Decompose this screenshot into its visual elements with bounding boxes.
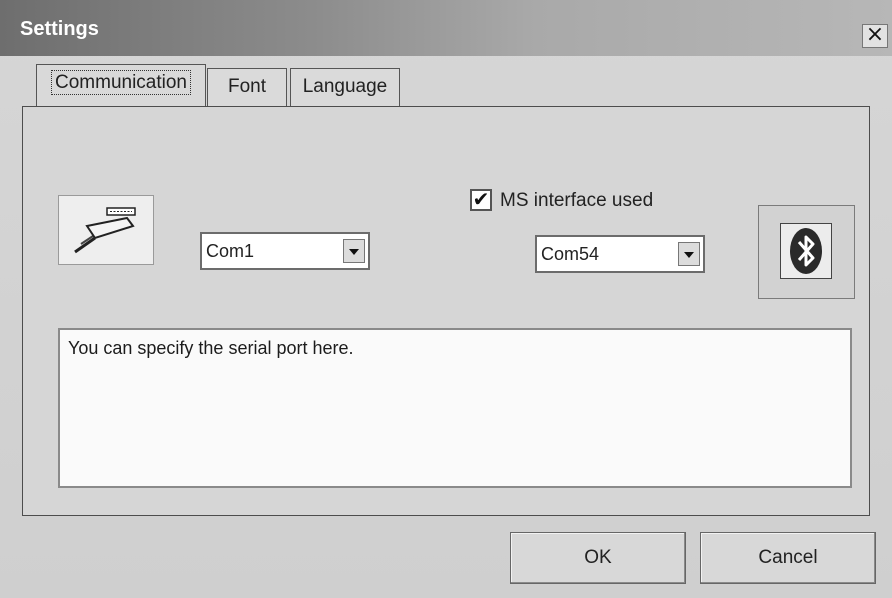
ms-interface-checkbox[interactable]: ✔	[470, 189, 492, 211]
close-button[interactable]: ×	[862, 24, 888, 48]
ms-port-value: Com54	[541, 244, 600, 264]
info-text: You can specify the serial port here.	[68, 338, 354, 358]
bluetooth-icon-frame	[780, 223, 832, 279]
chevron-down-icon[interactable]	[678, 242, 700, 266]
ms-port-select[interactable]: Com54	[535, 235, 705, 273]
bluetooth-icon	[790, 228, 822, 274]
bluetooth-icon-box	[758, 205, 855, 299]
window-title: Settings	[20, 18, 99, 40]
info-text-box: You can specify the serial port here.	[58, 328, 852, 488]
tab-label: Communication	[51, 70, 191, 95]
cancel-button[interactable]: Cancel	[700, 532, 876, 584]
chevron-down-icon[interactable]	[343, 239, 365, 263]
serial-cable-icon	[74, 207, 136, 254]
serial-port-value: Com1	[206, 241, 255, 261]
tab-font[interactable]: Font	[207, 68, 287, 108]
tab-label: Language	[302, 76, 388, 97]
title-bar: Settings ×	[0, 0, 892, 56]
tab-label: Font	[227, 76, 267, 97]
tab-language[interactable]: Language	[290, 68, 400, 108]
settings-dialog: Settings × Communication Font Language C…	[0, 0, 892, 598]
ms-interface-label: MS interface used	[500, 190, 654, 211]
ok-button[interactable]: OK	[510, 532, 686, 584]
serial-cable-icon-box	[58, 195, 154, 265]
tab-communication[interactable]: Communication	[36, 64, 206, 108]
serial-port-select[interactable]: Com1	[200, 232, 370, 270]
